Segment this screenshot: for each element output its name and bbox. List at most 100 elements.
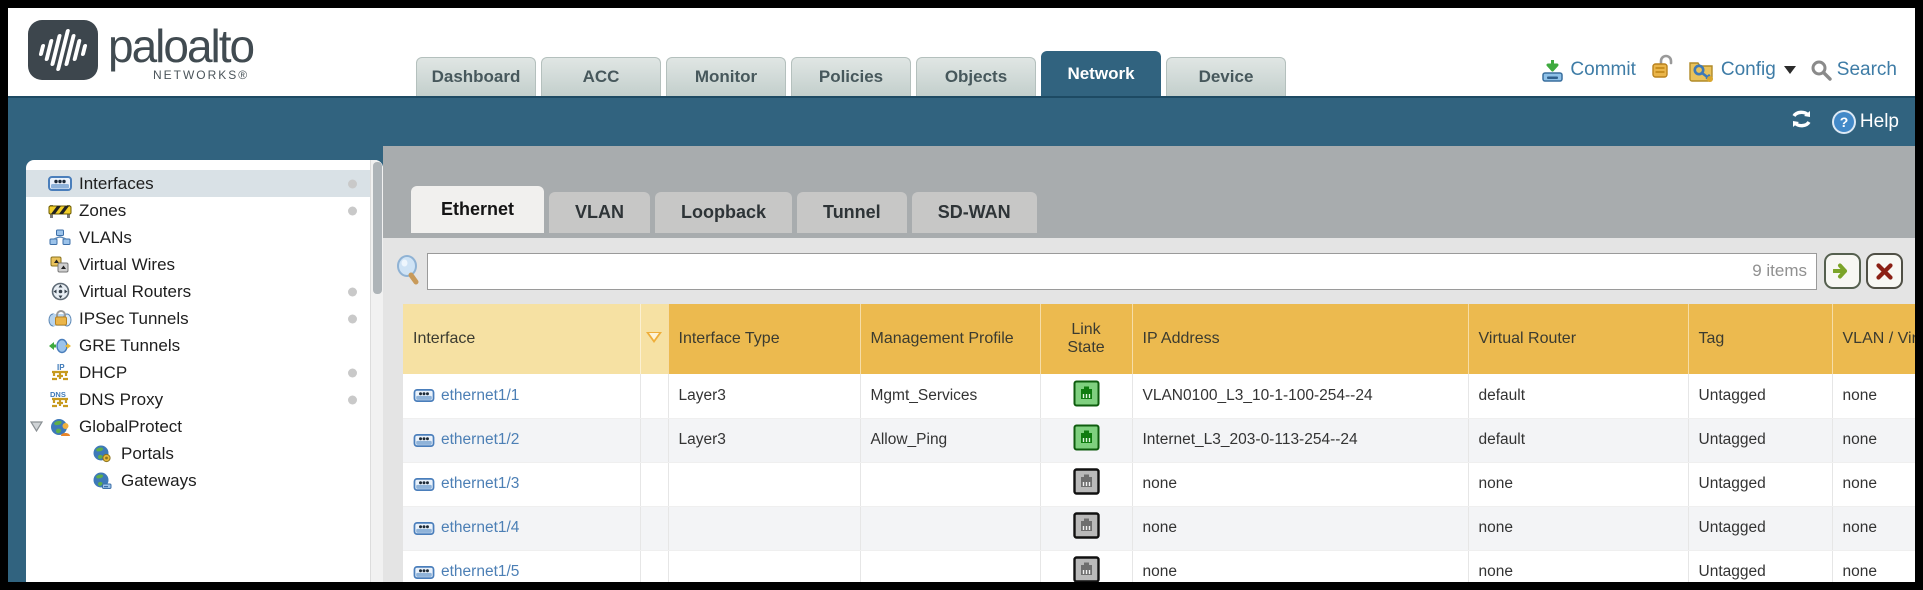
sidebar-item-gre-tunnels[interactable]: GRE Tunnels bbox=[26, 332, 383, 359]
interface-link[interactable]: ethernet1/3 bbox=[413, 475, 630, 493]
zones-icon bbox=[48, 202, 72, 220]
gre-tunnels-icon bbox=[48, 337, 72, 355]
sidebar-item-interfaces[interactable]: Interfaces bbox=[26, 170, 383, 197]
status-dot bbox=[348, 206, 357, 215]
commit-button[interactable]: Commit bbox=[1540, 58, 1635, 83]
sidebar-item-virtual-wires[interactable]: Virtual Wires bbox=[26, 251, 383, 278]
interface-type-cell: Layer3 bbox=[668, 374, 860, 418]
sort-triangle-icon bbox=[646, 332, 662, 343]
help-button[interactable]: ? Help bbox=[1831, 109, 1899, 135]
virtual-router-cell: default bbox=[1468, 418, 1688, 462]
svg-text:?: ? bbox=[1840, 114, 1849, 130]
tab-monitor[interactable]: Monitor bbox=[666, 57, 786, 96]
tag-cell: Untagged bbox=[1688, 462, 1832, 506]
globalprotect-icon bbox=[48, 418, 72, 436]
vlan-cell: none bbox=[1832, 418, 1915, 462]
col-tag[interactable]: Tag bbox=[1688, 304, 1832, 374]
screenshot-frame: paloalto NETWORKS® Dashboard ACC Monitor… bbox=[0, 0, 1923, 590]
col-management-profile[interactable]: Management Profile bbox=[860, 304, 1040, 374]
tab-loopback[interactable]: Loopback bbox=[655, 192, 792, 233]
portals-icon bbox=[90, 445, 114, 463]
tab-tunnel[interactable]: Tunnel bbox=[797, 192, 907, 233]
panos-web-ui: paloalto NETWORKS® Dashboard ACC Monitor… bbox=[8, 8, 1915, 582]
col-link-state[interactable]: Link State bbox=[1040, 304, 1132, 374]
lock-icon[interactable] bbox=[1650, 54, 1674, 86]
paloalto-logo: paloalto NETWORKS® bbox=[28, 20, 253, 82]
tab-ethernet[interactable]: Ethernet bbox=[411, 186, 544, 233]
dns-proxy-icon: DNS bbox=[48, 391, 72, 409]
interface-icon bbox=[413, 434, 435, 447]
status-dot bbox=[348, 179, 357, 188]
tag-cell: Untagged bbox=[1688, 550, 1832, 582]
col-interface-type[interactable]: Interface Type bbox=[668, 304, 860, 374]
tab-objects[interactable]: Objects bbox=[916, 57, 1036, 96]
tab-network[interactable]: Network bbox=[1041, 51, 1161, 96]
dhcp-icon: IP bbox=[48, 364, 72, 382]
virtual-router-cell: none bbox=[1468, 462, 1688, 506]
tab-dashboard[interactable]: Dashboard bbox=[416, 57, 536, 96]
sidebar-item-gateways[interactable]: Gateways bbox=[26, 467, 383, 494]
sidebar-item-dhcp[interactable]: IP DHCP bbox=[26, 359, 383, 386]
filter-row: 9 items bbox=[383, 238, 1915, 304]
sort-menu-button[interactable] bbox=[640, 304, 668, 374]
virtual-wires-icon bbox=[48, 256, 72, 274]
interface-link[interactable]: ethernet1/5 bbox=[413, 563, 630, 581]
tab-device[interactable]: Device bbox=[1166, 57, 1286, 96]
ip-address-cell: none bbox=[1132, 462, 1468, 506]
content-region: Interfaces Zones VLANs bbox=[8, 146, 1915, 582]
tab-acc[interactable]: ACC bbox=[541, 57, 661, 96]
secondary-toolbar: ? Help bbox=[8, 96, 1915, 146]
sidebar-item-ipsec-tunnels[interactable]: IPSec Tunnels bbox=[26, 305, 383, 332]
col-vlan-virtual-wire[interactable]: VLAN / Virtual Wire bbox=[1832, 304, 1915, 374]
svg-text:DNS: DNS bbox=[50, 390, 66, 399]
sidebar-item-dns-proxy[interactable]: DNS DNS Proxy bbox=[26, 386, 383, 413]
col-interface[interactable]: Interface bbox=[403, 304, 640, 374]
vlan-cell: none bbox=[1832, 462, 1915, 506]
mgmt-profile-cell bbox=[860, 550, 1040, 582]
table-row: ethernet1/2 Layer3 Allow_Ping Internet_L… bbox=[403, 418, 1915, 462]
col-ip-address[interactable]: IP Address bbox=[1132, 304, 1468, 374]
interface-link[interactable]: ethernet1/2 bbox=[413, 431, 630, 449]
interface-type-cell bbox=[668, 550, 860, 582]
apply-filter-button[interactable] bbox=[1824, 253, 1861, 289]
sidebar-item-portals[interactable]: Portals bbox=[26, 440, 383, 467]
tab-vlan[interactable]: VLAN bbox=[549, 192, 650, 233]
help-icon: ? bbox=[1831, 109, 1857, 135]
interface-link[interactable]: ethernet1/4 bbox=[413, 519, 630, 537]
clear-x-icon bbox=[1876, 263, 1893, 280]
sidebar-item-vlans[interactable]: VLANs bbox=[26, 224, 383, 251]
tag-cell: Untagged bbox=[1688, 418, 1832, 462]
interface-type-cell bbox=[668, 462, 860, 506]
sidebar-scrollbar[interactable] bbox=[370, 160, 383, 582]
table-header-row: Interface Interface Type Management Prof… bbox=[403, 304, 1915, 374]
ethernet-panel: 9 items Interface bbox=[383, 238, 1915, 582]
sidebar-item-globalprotect[interactable]: GlobalProtect bbox=[26, 413, 383, 440]
col-virtual-router[interactable]: Virtual Router bbox=[1468, 304, 1688, 374]
link-state-up-icon bbox=[1073, 394, 1100, 411]
link-state-down-icon bbox=[1073, 570, 1100, 582]
sidebar-item-virtual-routers[interactable]: Virtual Routers bbox=[26, 278, 383, 305]
scrollbar-thumb[interactable] bbox=[373, 162, 382, 294]
top-bar: paloalto NETWORKS® Dashboard ACC Monitor… bbox=[8, 8, 1915, 96]
interface-type-tabs: Ethernet VLAN Loopback Tunnel SD-WAN bbox=[411, 186, 1042, 233]
config-menu[interactable]: Config bbox=[1688, 57, 1796, 83]
expander-triangle-icon[interactable] bbox=[30, 417, 43, 437]
interface-icon bbox=[413, 389, 435, 402]
main-nav-tabs: Dashboard ACC Monitor Policies Objects N… bbox=[416, 51, 1291, 96]
tab-sdwan[interactable]: SD-WAN bbox=[912, 192, 1037, 233]
top-actions: Commit Config bbox=[1540, 54, 1897, 86]
clear-filter-button[interactable] bbox=[1866, 253, 1903, 289]
link-state-up-icon bbox=[1073, 438, 1100, 455]
interface-icon bbox=[413, 478, 435, 491]
mgmt-profile-cell bbox=[860, 506, 1040, 550]
filter-input[interactable] bbox=[427, 253, 1817, 290]
interface-type-cell: Layer3 bbox=[668, 418, 860, 462]
interface-link[interactable]: ethernet1/1 bbox=[413, 387, 630, 405]
virtual-router-cell: none bbox=[1468, 506, 1688, 550]
search-button[interactable]: Search bbox=[1810, 59, 1897, 81]
tab-policies[interactable]: Policies bbox=[791, 57, 911, 96]
refresh-icon[interactable] bbox=[1788, 108, 1815, 136]
table-row: ethernet1/5 none none Untagged none bbox=[403, 550, 1915, 582]
sidebar-item-zones[interactable]: Zones bbox=[26, 197, 383, 224]
ip-address-cell: Internet_L3_203-0-113-254--24 bbox=[1132, 418, 1468, 462]
